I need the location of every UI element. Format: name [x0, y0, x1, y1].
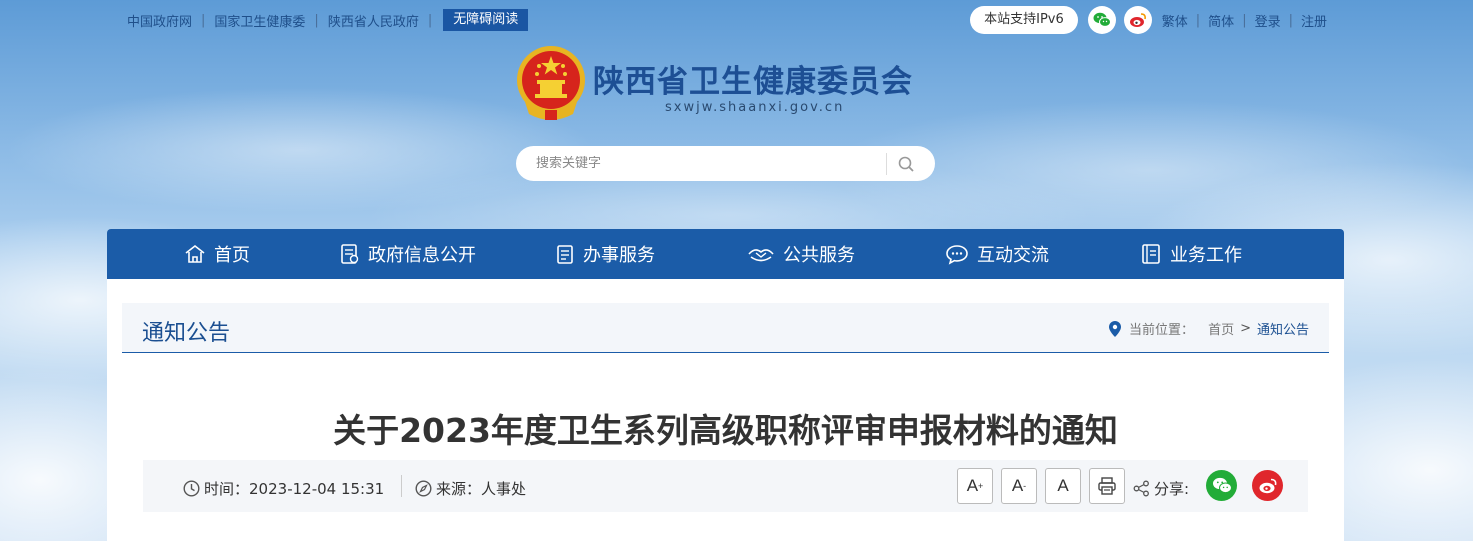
search-icon: [898, 156, 914, 172]
weibo-button[interactable]: [1123, 6, 1152, 34]
nav-label: 首页: [214, 245, 250, 266]
compass-icon: [415, 480, 432, 497]
share-icon: [1133, 480, 1149, 497]
breadcrumb-current[interactable]: 通知公告: [1257, 319, 1309, 338]
nav-label: 公共服务: [783, 245, 855, 266]
nav-label: 互动交流: [977, 245, 1049, 266]
nav-item-business[interactable]: 业务工作: [1140, 229, 1242, 279]
link-shaanxi-gov[interactable]: 陕西省人民政府: [328, 11, 419, 30]
font-normal-button[interactable]: A: [1045, 468, 1081, 504]
accessibility-button[interactable]: 无障碍阅读: [443, 9, 529, 31]
share-wechat-button[interactable]: [1206, 470, 1237, 501]
weibo-icon: [1129, 13, 1146, 27]
share-weibo-button[interactable]: [1252, 470, 1283, 501]
breadcrumb-separator: >: [1240, 321, 1251, 336]
nav-item-interaction[interactable]: 互动交流: [945, 229, 1049, 279]
link-gov-cn[interactable]: 中国政府网: [127, 11, 192, 30]
login-link[interactable]: 登录: [1255, 11, 1281, 30]
breadcrumb-prefix: 当前位置：: [1129, 323, 1195, 338]
column-title: 通知公告: [142, 321, 231, 346]
simplified-chinese-link[interactable]: 简体: [1208, 11, 1234, 30]
article-title: 关于2023年度卫生系列高级职称评审申报材料的通知: [333, 411, 1118, 450]
search-box: [516, 146, 935, 181]
font-larger-mark: +: [978, 481, 984, 491]
book-icon: [1142, 244, 1160, 264]
wechat-icon: [1093, 12, 1111, 27]
article-source: 来源： 人事处: [415, 478, 526, 499]
breadcrumb: 当前位置： 首页 > 通知公告: [1109, 319, 1309, 338]
wechat-icon: [1212, 477, 1232, 494]
separator: |: [427, 12, 433, 28]
breadcrumb-home[interactable]: 首页: [1208, 319, 1234, 338]
source-label: 来源：: [436, 480, 482, 498]
search-button[interactable]: [887, 146, 925, 181]
meta-divider: [401, 475, 402, 497]
separator: |: [1288, 12, 1293, 28]
column-header: 通知公告 当前位置： 首页 > 通知公告: [122, 303, 1329, 353]
wechat-button[interactable]: [1087, 6, 1116, 34]
time-value: 2023-12-04 15:31: [249, 479, 385, 498]
top-links: 中国政府网 | 国家卫生健康委 | 陕西省人民政府 | 无障碍阅读: [127, 9, 529, 31]
time-label: 时间：: [204, 480, 250, 498]
clipboard-icon: [557, 245, 573, 264]
printer-icon: [1098, 477, 1116, 495]
share-label: 分享:: [1154, 480, 1190, 498]
article-meta-bar: 时间： 2023-12-04 15:31 来源： 人事处 A + A- A 分享…: [143, 460, 1308, 512]
site-title: 陕西省卫生健康委员会: [593, 64, 913, 100]
nav-item-gov-info[interactable]: 政府信息公开: [340, 229, 476, 279]
main-nav: 首页 政府信息公开 办事服务 公共服务 互动交流 业务工作: [107, 229, 1344, 279]
national-emblem-icon: [517, 46, 585, 120]
clock-icon: [183, 480, 200, 497]
chat-icon: [946, 245, 968, 265]
nav-item-public-services[interactable]: 公共服务: [747, 229, 855, 279]
font-smaller-mark: -: [1023, 481, 1027, 491]
font-larger-button[interactable]: A +: [957, 468, 993, 504]
font-larger-label: A: [966, 476, 979, 495]
font-normal-label: A: [1057, 476, 1069, 495]
nav-item-services[interactable]: 办事服务: [555, 229, 655, 279]
handshake-icon: [748, 249, 774, 262]
ipv6-badge: 本站支持IPv6: [970, 6, 1078, 34]
site-logo[interactable]: 陕西省卫生健康委员会 sxwjw.shaanxi.gov.cn: [515, 44, 913, 122]
register-link[interactable]: 注册: [1301, 11, 1327, 30]
separator: |: [201, 12, 206, 28]
font-smaller-label: A: [1011, 476, 1024, 495]
nav-label: 政府信息公开: [368, 245, 476, 266]
link-nhc[interactable]: 国家卫生健康委: [214, 11, 305, 30]
document-icon: [341, 244, 359, 264]
content-panel: 通知公告 当前位置： 首页 > 通知公告 关于2023年度卫生系列高级职称评审申…: [107, 279, 1344, 541]
separator: |: [314, 12, 319, 28]
separator: |: [1242, 12, 1247, 28]
separator: |: [1195, 12, 1201, 28]
location-pin-icon: [1109, 320, 1122, 337]
home-icon: [185, 244, 205, 263]
nav-label: 业务工作: [1170, 245, 1242, 266]
top-right-bar: 本站支持IPv6 繁体 | 简体 | 登录 | 注册: [970, 6, 1327, 34]
nav-item-home[interactable]: 首页: [184, 229, 250, 279]
nav-label: 办事服务: [583, 245, 655, 266]
traditional-chinese-link[interactable]: 繁体: [1162, 11, 1188, 30]
publish-time: 时间： 2023-12-04 15:31: [183, 478, 384, 499]
share-section: 分享:: [1133, 478, 1189, 499]
search-input[interactable]: [516, 156, 886, 171]
site-domain: sxwjw.shaanxi.gov.cn: [665, 100, 845, 115]
source-value: 人事处: [481, 480, 527, 498]
print-button[interactable]: [1089, 468, 1125, 504]
font-smaller-button[interactable]: A-: [1001, 468, 1037, 504]
weibo-icon: [1259, 478, 1276, 494]
